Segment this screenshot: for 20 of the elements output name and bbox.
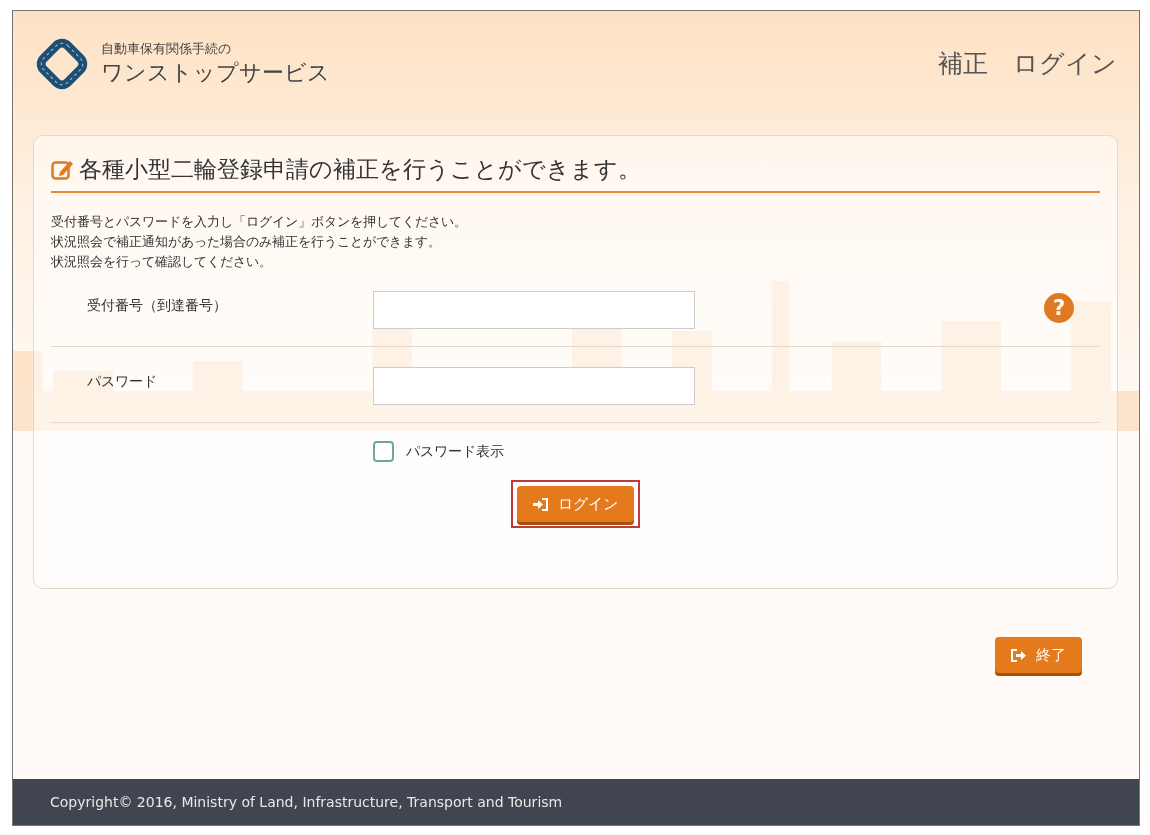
card-title: 各種小型二輪登録申請の補正を行うことができます。 [79, 155, 641, 184]
checkbox-label: パスワード表示 [406, 442, 504, 461]
input-field[interactable] [373, 291, 695, 329]
sign-in-icon [533, 497, 548, 511]
input-field[interactable] [373, 367, 695, 405]
field-label: 受付番号（到達番号） [86, 297, 228, 315]
help-icon[interactable]: ? [1044, 293, 1074, 323]
field-label: パスワード [86, 373, 158, 391]
exit-button[interactable]: 終了 [995, 637, 1082, 673]
edit-icon [51, 158, 75, 181]
sign-out-icon [1011, 648, 1026, 662]
checkbox[interactable] [373, 441, 394, 462]
instruction-text: 状況照会を行って確認してください。 [51, 253, 273, 271]
page-title: 補正 ログイン [938, 48, 1117, 80]
instruction-text: 状況照会で補正通知があった場合のみ補正を行うことができます。 [51, 233, 442, 251]
copyright-text: Copyright© 2016, Ministry of Land, Infrastructure, Transport and Tourism [50, 794, 563, 810]
login-button[interactable]: ログイン [517, 486, 634, 522]
logo-subtitle: 自動車保有関係手続の [101, 40, 232, 58]
logo-title: ワンストップサービス [101, 59, 330, 87]
instruction-text: 受付番号とパスワードを入力し「ログイン」ボタンを押してください。 [51, 213, 468, 231]
